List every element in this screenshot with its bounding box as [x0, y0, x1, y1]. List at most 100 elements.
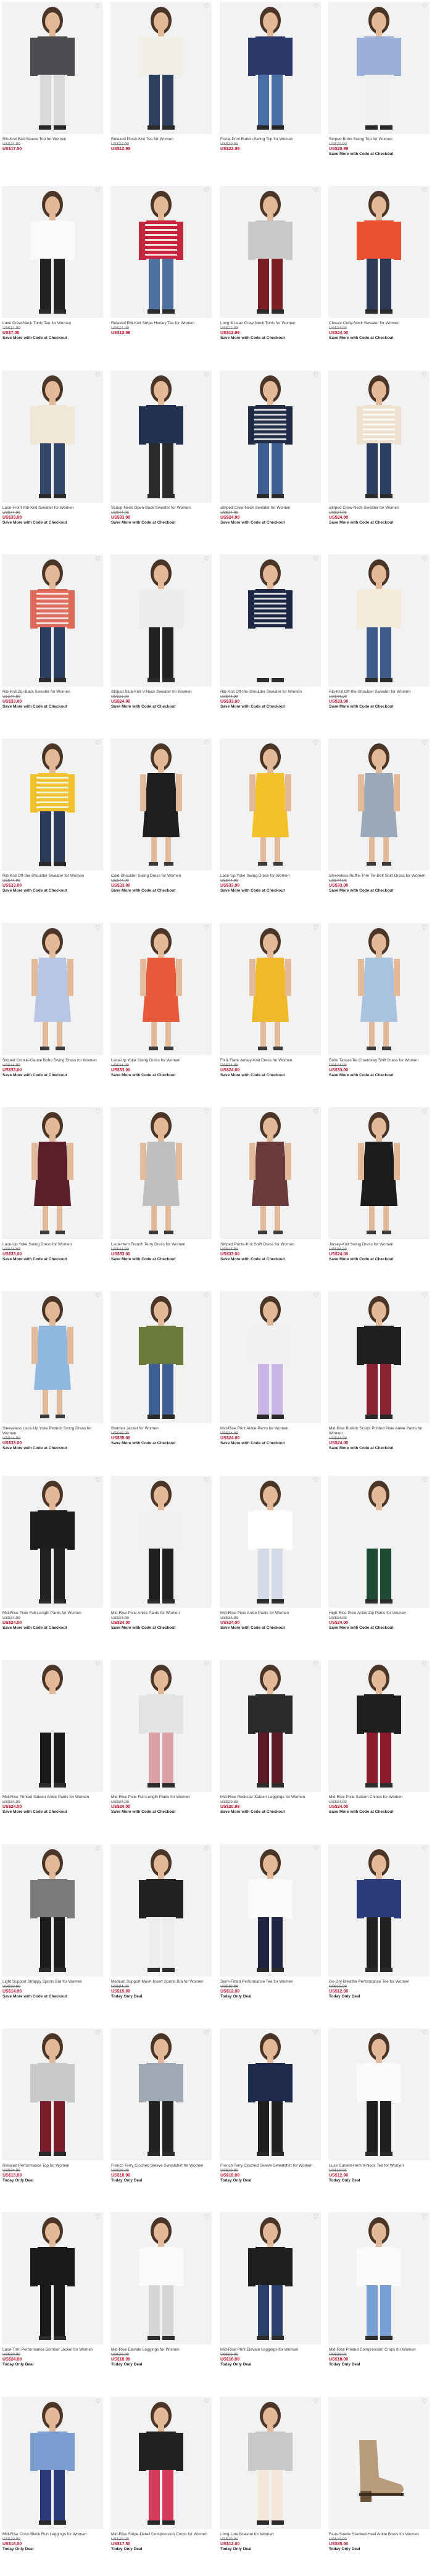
favorite-heart-icon[interactable]: ♡ [204, 372, 209, 378]
product-card[interactable]: ♡ Rib-Knit Off-the-Shoulder Sweater for W… [2, 738, 103, 918]
product-card[interactable]: ♡ Rib-Knit Zip-Back Sweater for Women US$4… [2, 554, 103, 734]
product-card[interactable]: ♡ Mid-Rise Elevate Leggings for Women US$2… [110, 2212, 212, 2391]
favorite-heart-icon[interactable]: ♡ [422, 1478, 427, 1484]
favorite-heart-icon[interactable]: ♡ [313, 2214, 318, 2220]
product-card[interactable]: ♡ Faux-Suede Stacked-Heel Ankle Boots for… [328, 2397, 430, 2576]
product-card[interactable]: ♡ French Terry Cinched Sleeve Sweatshirt … [220, 2028, 321, 2207]
product-image[interactable]: ♡ [328, 1107, 430, 1239]
product-image[interactable]: ♡ [220, 1844, 321, 1976]
favorite-heart-icon[interactable]: ♡ [422, 556, 427, 562]
product-image[interactable]: ♡ [110, 1476, 212, 1608]
product-image[interactable]: ♡ [110, 1107, 212, 1239]
product-image[interactable]: ♡ [2, 923, 103, 1055]
product-name-link[interactable]: French Terry Cinched Sleeve Sweatshirt f… [220, 2164, 319, 2168]
product-image[interactable]: ♡ [328, 923, 430, 1055]
favorite-heart-icon[interactable]: ♡ [204, 740, 209, 746]
product-card[interactable]: ♡ Striped Slub-Knit V-Neck Sweater for Wo… [110, 554, 212, 734]
product-name-link[interactable]: Mid-Rise Elevate Leggings for Women [111, 2348, 210, 2352]
product-name-link[interactable]: Striped Crew-Neck Sweater for Women [220, 506, 319, 511]
product-name-link[interactable]: Light Support Strappy Sports Bra for Wom… [2, 1980, 101, 1984]
favorite-heart-icon[interactable]: ♡ [422, 1846, 427, 1852]
product-image[interactable]: ♡ [110, 923, 212, 1055]
favorite-heart-icon[interactable]: ♡ [313, 1109, 318, 1115]
product-card[interactable]: ♡ Mid-Rise Print Elevate Leggings for Wom… [220, 2212, 321, 2391]
product-image[interactable]: ♡ [2, 1107, 103, 1239]
product-image[interactable]: ♡ [220, 2028, 321, 2160]
favorite-heart-icon[interactable]: ♡ [422, 2214, 427, 2220]
product-name-link[interactable]: Medium Support Mesh-Insert Sports Bra fo… [111, 1980, 210, 1984]
product-card[interactable]: ♡ Mid-Rise Color-Block Run Leggings for W… [2, 2397, 103, 2576]
product-card[interactable]: ♡ Jersey-Knit Swing Dress for Women US$34.… [328, 1107, 430, 1286]
product-image[interactable]: ♡ [328, 1844, 430, 1976]
favorite-heart-icon[interactable]: ♡ [422, 188, 427, 194]
product-card[interactable]: ♡ Mid-Rise Pixie Full-Length Pants for Wo… [110, 1660, 212, 1839]
product-card[interactable]: ♡ Rib-Knit Bell-Sleeve Top for Women US$24… [2, 2, 103, 181]
product-card[interactable]: ♡ Sleeveless Lace-Up Yoke Pintuck Swing D… [2, 1291, 103, 1470]
product-image[interactable]: ♡ [220, 2, 321, 134]
product-name-link[interactable]: Mid-Rise Pixie Ankle Pants for Women [111, 1611, 210, 1616]
product-card[interactable]: ♡ Fit & Flare Jersey-Knit Dress for Women… [220, 923, 321, 1102]
favorite-heart-icon[interactable]: ♡ [95, 1109, 101, 1115]
product-name-link[interactable]: Lace-Up Yoke Swing Dress for Women [220, 874, 319, 879]
product-name-link[interactable]: Mid-Rise Printed Compression Crops for W… [329, 2348, 428, 2352]
product-name-link[interactable]: Lace-Up Yoke Swing Dress for Women [2, 1242, 101, 1247]
favorite-heart-icon[interactable]: ♡ [204, 1109, 209, 1115]
favorite-heart-icon[interactable]: ♡ [204, 2214, 209, 2220]
product-image[interactable]: ♡ [2, 554, 103, 687]
favorite-heart-icon[interactable]: ♡ [95, 4, 101, 10]
favorite-heart-icon[interactable]: ♡ [313, 2030, 318, 2036]
product-card[interactable]: ♡ Mid-Rise Pixie Sateen Chinos for Women U… [328, 1660, 430, 1839]
product-image[interactable]: ♡ [2, 1476, 103, 1608]
product-image[interactable]: ♡ [110, 2397, 212, 2529]
product-image[interactable]: ♡ [2, 738, 103, 871]
product-image[interactable]: ♡ [328, 2397, 430, 2529]
product-card[interactable]: ♡ Mid-Rise Pixie Ankle Pants for Women US$… [110, 1476, 212, 1655]
product-card[interactable]: ♡ Striped Crinkle-Gauze Boho Swing Dress … [2, 923, 103, 1102]
product-card[interactable]: ♡ Mid-Rise Rockstar Sateen Leggings for W… [220, 1660, 321, 1839]
favorite-heart-icon[interactable]: ♡ [204, 1846, 209, 1852]
product-image[interactable]: ♡ [110, 2028, 212, 2160]
favorite-heart-icon[interactable]: ♡ [95, 1662, 101, 1668]
favorite-heart-icon[interactable]: ♡ [422, 1293, 427, 1299]
product-name-link[interactable]: Luxe Curved-Hem V-Neck Tee for Women [329, 2164, 428, 2168]
product-image[interactable]: ♡ [220, 1476, 321, 1608]
product-card[interactable]: ♡ Scoop-Neck Open-Back Sweater for Women U… [110, 370, 212, 550]
favorite-heart-icon[interactable]: ♡ [95, 556, 101, 562]
product-card[interactable]: ♡ Relaxed Plush-Knit Tee for Women US$22.9… [110, 2, 212, 181]
favorite-heart-icon[interactable]: ♡ [313, 1478, 318, 1484]
favorite-heart-icon[interactable]: ♡ [95, 2030, 101, 2036]
product-image[interactable]: ♡ [2, 370, 103, 503]
product-name-link[interactable]: Luxe Crew-Neck Tunic Tee for Women [2, 321, 101, 326]
product-card[interactable]: ♡ Striped Boho Swing Top for Women US$29.9… [328, 2, 430, 181]
product-name-link[interactable]: Long & Lean Crew-Neck Tunic for Women [220, 321, 319, 326]
product-card[interactable]: ♡ Light Support Strappy Sports Bra for Wo… [2, 1844, 103, 2023]
product-name-link[interactable]: Striped Crew-Neck Sweater for Women [329, 506, 428, 511]
favorite-heart-icon[interactable]: ♡ [313, 1662, 318, 1668]
product-card[interactable]: ♡ Mid-Rise Pixie Ankle Pants for Women US$… [220, 1476, 321, 1655]
product-image[interactable]: ♡ [110, 370, 212, 503]
product-card[interactable]: ♡ Mid-Rise Printed Compression Crops for … [328, 2212, 430, 2391]
product-image[interactable]: ♡ [328, 2, 430, 134]
product-name-link[interactable]: Bomber Jacket for Women [111, 1426, 210, 1431]
product-card[interactable]: ♡ Striped Crew-Neck Sweater for Women US$3… [220, 370, 321, 550]
product-name-link[interactable]: Mid-Rise Printed Sateen Ankle Pants for … [2, 1795, 101, 1800]
favorite-heart-icon[interactable]: ♡ [204, 925, 209, 931]
product-card[interactable]: ♡ Lace-Up Yoke Swing Dress for Women US$44… [220, 738, 321, 918]
product-name-link[interactable]: Floral-Print Button-Swing Top for Women [220, 137, 319, 142]
product-image[interactable]: ♡ [220, 2397, 321, 2529]
favorite-heart-icon[interactable]: ♡ [422, 740, 427, 746]
product-image[interactable]: ♡ [328, 186, 430, 318]
product-card[interactable]: ♡ Rib-Knit Off-the-Shoulder Sweater for W… [328, 554, 430, 734]
product-card[interactable]: ♡ Rib-Knit Off-the-Shoulder Sweater for W… [220, 554, 321, 734]
product-name-link[interactable]: Relaxed Performance Top for Women [2, 2164, 101, 2168]
product-name-link[interactable]: Lace-Up Yoke Swing Dress for Women [111, 1058, 210, 1063]
product-name-link[interactable]: Mid-Rise Pixie Full-Length Pants for Wom… [111, 1795, 210, 1800]
product-image[interactable]: ♡ [110, 1660, 212, 1792]
favorite-heart-icon[interactable]: ♡ [95, 925, 101, 931]
product-name-link[interactable]: Rib-Knit Off-the-Shoulder Sweater for Wo… [329, 690, 428, 695]
product-name-link[interactable]: Rib-Knit Zip-Back Sweater for Women [2, 690, 101, 695]
product-card[interactable]: ♡ Relaxed Performance Top for Women US$24.… [2, 2028, 103, 2207]
product-name-link[interactable]: Go-Dry Breathe Performance Tee for Women [329, 1980, 428, 1984]
favorite-heart-icon[interactable]: ♡ [95, 1846, 101, 1852]
product-name-link[interactable]: Relaxed Plush-Knit Tee for Women [111, 137, 210, 142]
